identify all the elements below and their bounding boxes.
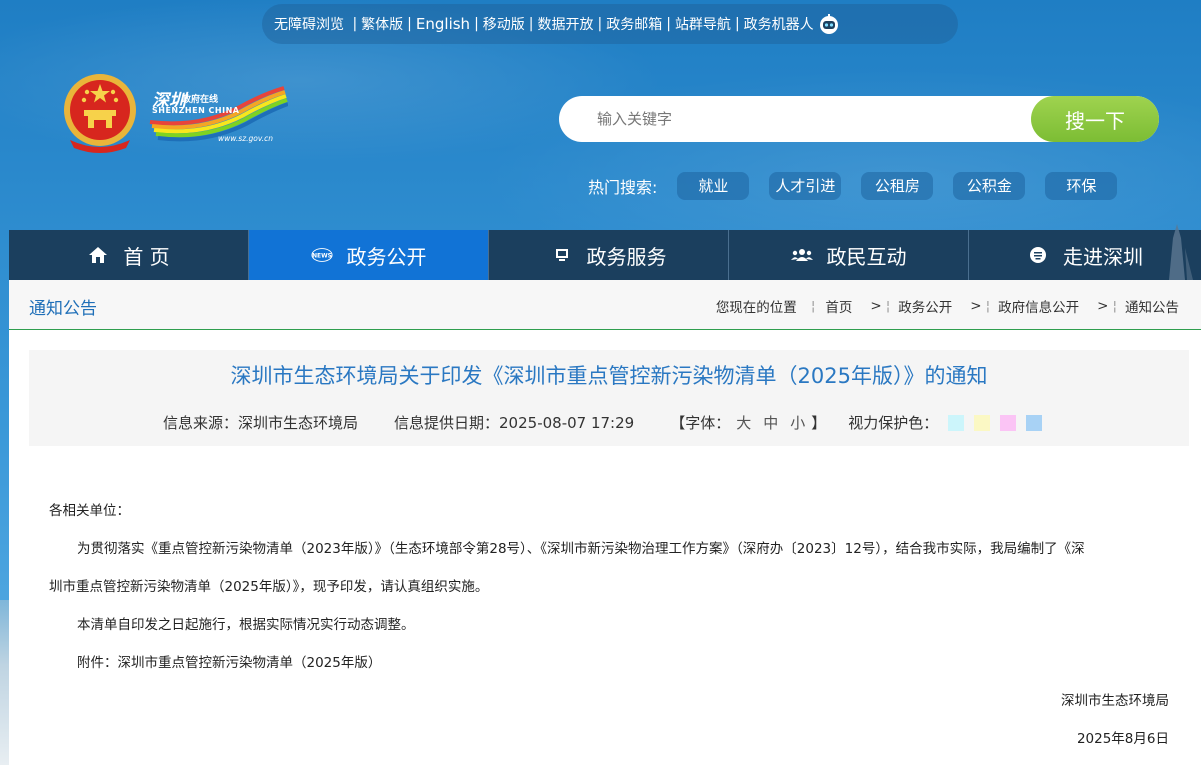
search-bar: 搜一下 — [559, 96, 1159, 142]
breadcrumb: 您现在的位置 ¦ 首页 > ¦ 政务公开 > ¦ 政府信息公开 > ¦ 通知公告 — [715, 296, 1179, 316]
breadcrumb-item-home[interactable]: 首页 — [825, 296, 852, 316]
hot-tag-environment[interactable]: 环保 — [1045, 172, 1118, 200]
nav-label-interaction: 政民互动 — [826, 244, 907, 269]
tower-decoration — [1157, 224, 1197, 280]
article-sign-date: 2025年8月6日 — [1076, 731, 1169, 747]
top-link-robot[interactable]: 政务机器人 — [744, 14, 814, 34]
logo-text-en: SHENZHEN CHINA — [152, 106, 240, 115]
eye-color-pink-swatch[interactable] — [1000, 414, 1017, 431]
hot-search: 热门搜索: 就业 人才引进 公租房 公积金 环保 — [588, 172, 1137, 200]
article-paragraph-1-line-2: 圳市重点管控新污染物清单（2025年版）》，现予印发，请认真组织实施。 — [49, 579, 489, 595]
nav-label-gov-affairs: 政务公开 — [346, 244, 427, 269]
font-size-small-button[interactable]: 小 — [790, 412, 805, 433]
nav-item-gov-services[interactable]: 政务服务 — [489, 230, 729, 280]
nav-item-gov-affairs[interactable]: NEWS 政务公开 — [249, 230, 489, 280]
nav-item-about-shenzhen[interactable]: 走进深圳 — [969, 224, 1201, 280]
shenzhen-gov-logo: 深圳 政府在线 SHENZHEN CHINA www.sz.gov.cn — [148, 82, 288, 150]
hot-search-label: 热门搜索: — [588, 178, 658, 197]
font-size-close: 】 — [811, 414, 827, 432]
font-size-large-button[interactable]: 大 — [736, 412, 751, 433]
search-button[interactable]: 搜一下 — [1031, 96, 1159, 142]
hot-tag-public-housing[interactable]: 公租房 — [861, 172, 934, 200]
chat-icon — [1027, 245, 1049, 265]
home-icon — [87, 245, 109, 265]
national-emblem-logo — [60, 70, 140, 154]
article-body: 各相关单位： 为贯彻落实《重点管控新污染物清单（2023年版）》（生态环境部令第… — [49, 492, 1169, 758]
breadcrumb-item-gov-affairs[interactable]: 政务公开 — [898, 296, 952, 316]
top-link-mailbox[interactable]: 政务邮箱 — [606, 14, 662, 34]
eye-color-cyan-swatch[interactable] — [948, 414, 965, 431]
article-meta: 信息来源：深圳市生态环境局 信息提供日期：2025-08-07 17:29 【字… — [163, 412, 1043, 433]
top-link-accessibility[interactable]: 无障碍浏览 — [274, 14, 344, 34]
breadcrumb-location-label: 您现在的位置 — [715, 300, 797, 316]
font-size-label: 【字体： — [670, 414, 731, 432]
article-paragraph-1-line-1: 为贯彻落实《重点管控新污染物清单（2023年版）》（生态环境部令第28号）、《深… — [77, 541, 1085, 557]
top-link-english[interactable]: English — [416, 15, 470, 33]
monitor-icon — [551, 245, 573, 265]
article-signature: 深圳市生态环境局 — [1061, 693, 1169, 709]
article-source: 信息来源：深圳市生态环境局 — [163, 414, 359, 432]
nav-item-home[interactable]: 首 页 — [9, 230, 249, 280]
top-link-open-data[interactable]: 数据开放 — [538, 14, 594, 34]
font-size-medium-button[interactable]: 中 — [763, 412, 778, 433]
breadcrumb-bar: 通知公告 您现在的位置 ¦ 首页 > ¦ 政务公开 > ¦ 政府信息公开 > ¦ 通知… — [9, 280, 1201, 330]
nav-label-home: 首 页 — [123, 244, 170, 269]
svg-text:NEWS: NEWS — [312, 252, 332, 259]
main-nav: 首 页 NEWS 政务公开 政务服务 政民互动 走进深圳 — [9, 224, 1201, 280]
robot-icon[interactable] — [818, 13, 840, 35]
article-paragraph-2: 本清单自印发之日起施行，根据实际情况实行动态调整。 — [77, 617, 415, 633]
article-date: 信息提供日期：2025-08-07 17:29 — [394, 414, 635, 432]
eye-care-label: 视力保护色： — [848, 414, 939, 432]
eye-color-blue-swatch[interactable] — [1026, 414, 1043, 431]
search-input[interactable] — [597, 96, 1017, 142]
logo-url: www.sz.gov.cn — [218, 134, 273, 143]
breadcrumb-item-notices[interactable]: 通知公告 — [1125, 296, 1179, 316]
top-links-bar: 无障碍浏览 | 繁体版 | English | 移动版 | 数据开放 | 政务邮… — [262, 4, 958, 44]
content-area: 通知公告 您现在的位置 ¦ 首页 > ¦ 政务公开 > ¦ 政府信息公开 > ¦ 通知… — [9, 280, 1201, 765]
logo-text-cn-small: 政府在线 — [182, 95, 219, 105]
hot-tag-housing-fund[interactable]: 公积金 — [953, 172, 1026, 200]
people-icon — [790, 245, 813, 265]
article-attachment[interactable]: 附件：深圳市重点管控新污染物清单（2025年版） — [49, 644, 1169, 682]
nav-label-about-shenzhen: 走进深圳 — [1063, 244, 1143, 269]
news-icon: NEWS — [310, 245, 333, 265]
nav-item-interaction[interactable]: 政民互动 — [729, 230, 969, 280]
article-header: 深圳市生态环境局关于印发《深圳市重点管控新污染物清单（2025年版）》的通知 信… — [29, 350, 1189, 446]
eye-color-yellow-swatch[interactable] — [974, 414, 991, 431]
section-title: 通知公告 — [29, 299, 97, 319]
breadcrumb-item-gov-info[interactable]: 政府信息公开 — [998, 296, 1079, 316]
top-link-mobile[interactable]: 移动版 — [483, 14, 525, 34]
nav-label-gov-services: 政务服务 — [586, 244, 667, 269]
top-link-traditional[interactable]: 繁体版 — [361, 14, 403, 34]
hot-tag-employment[interactable]: 就业 — [677, 172, 750, 200]
article-salutation: 各相关单位： — [49, 503, 130, 519]
hot-tag-talent[interactable]: 人才引进 — [769, 172, 842, 200]
top-link-site-nav[interactable]: 站群导航 — [675, 14, 731, 34]
article-title: 深圳市生态环境局关于印发《深圳市重点管控新污染物清单（2025年版）》的通知 — [230, 364, 988, 388]
